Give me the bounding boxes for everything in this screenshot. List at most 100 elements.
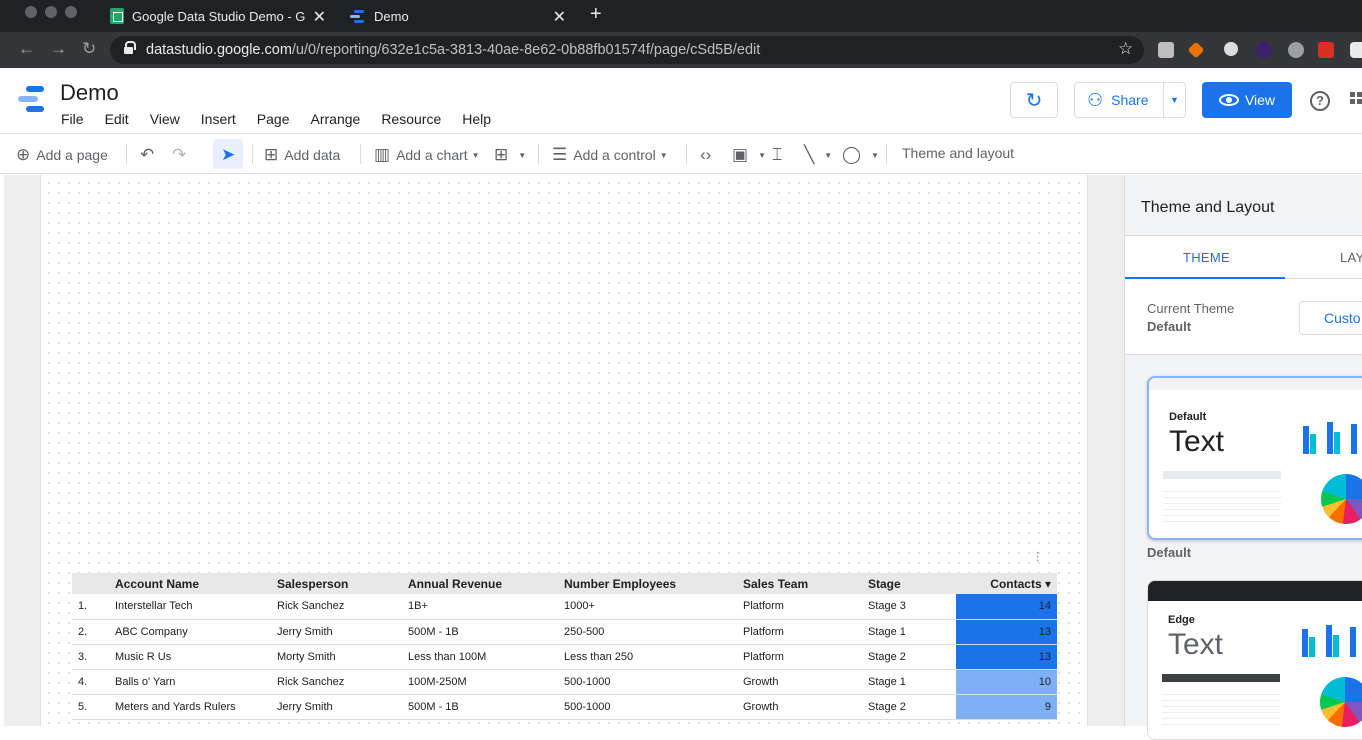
menu-insert[interactable]: Insert	[201, 111, 236, 127]
table-cell: Platform	[743, 594, 868, 620]
bookmark-star-icon[interactable]: ☆	[1118, 39, 1133, 59]
column-header-annual-revenue[interactable]: Annual Revenue	[408, 573, 564, 594]
browser-tab-bar: Google Data Studio Demo - Go ✕ Demo ✕ +	[0, 0, 1362, 32]
table-cell: Rick Sanchez	[277, 669, 408, 695]
menu-help[interactable]: Help	[462, 111, 491, 127]
theme-card-default[interactable]: Default Text	[1147, 376, 1362, 540]
menu-resource[interactable]: Resource	[381, 111, 441, 127]
browser-tab-sheets[interactable]: Google Data Studio Demo - Go ✕	[98, 0, 336, 32]
url-host: datastudio.google.com	[146, 42, 292, 58]
table-cell-contacts: 9	[956, 694, 1057, 720]
menu-page[interactable]: Page	[257, 111, 290, 127]
add-circle-icon: ⊕	[16, 145, 31, 164]
extension-icon[interactable]	[1158, 42, 1174, 58]
theme-card-edge[interactable]: Edge Text	[1147, 580, 1362, 740]
chevron-down-icon: ▼	[471, 150, 480, 160]
add-data-label: Add data	[284, 147, 341, 163]
theme-card-title: Default	[1169, 411, 1207, 423]
column-header-stage[interactable]: Stage	[868, 573, 956, 594]
image-button[interactable]: ▣ ▼	[732, 145, 766, 165]
table-row[interactable]: 1. Interstellar Tech Rick Sanchez 1B+ 1000+ P…	[72, 594, 1057, 620]
tab-title: Demo	[374, 8, 409, 24]
theme-card-header-strip	[1148, 581, 1362, 601]
data-studio-favicon-icon	[350, 10, 366, 23]
redo-button[interactable]: ↷	[172, 145, 192, 165]
apps-grid-icon[interactable]	[1350, 92, 1362, 110]
column-header-number-employees[interactable]: Number Employees	[564, 573, 743, 594]
theme-and-layout-button[interactable]: Theme and layout	[902, 145, 1014, 161]
extensions-puzzle-icon[interactable]	[1350, 42, 1362, 58]
column-header-sales-team[interactable]: Sales Team	[743, 573, 868, 594]
window-minimize-dot[interactable]	[45, 6, 57, 18]
refresh-data-button[interactable]: ↻	[1010, 82, 1058, 118]
add-page-button[interactable]: ⊕ Add a page	[16, 145, 108, 165]
column-header-salesperson[interactable]: Salesperson	[277, 573, 408, 594]
data-table[interactable]: Account Name Salesperson Annual Revenue …	[72, 573, 1057, 720]
table-cell: 3.	[72, 644, 115, 670]
menu-view[interactable]: View	[150, 111, 180, 127]
table-cell: 500M - 1B	[408, 694, 564, 720]
menu-arrange[interactable]: Arrange	[311, 111, 361, 127]
column-header-contacts-sorted[interactable]: Contacts ▾	[956, 573, 1057, 594]
filter-control-icon: ☰	[552, 145, 568, 164]
reload-icon[interactable]: ↻	[82, 39, 96, 59]
add-chart-button[interactable]: ▥ Add a chart ▼	[374, 145, 480, 165]
table-cell: Jerry Smith	[277, 619, 408, 645]
table-cell: Growth	[743, 669, 868, 695]
add-data-button[interactable]: ⊞ Add data	[264, 145, 340, 165]
add-control-button[interactable]: ☰ Add a control ▼	[552, 145, 668, 165]
menu-file[interactable]: File	[61, 111, 84, 127]
close-icon[interactable]: ✕	[313, 7, 326, 27]
table-cell: Meters and Yards Rulers	[115, 694, 277, 720]
theme-card-bar-preview	[1298, 621, 1362, 657]
table-row[interactable]: 3. Music R Us Morty Smith Less than 100M Les…	[72, 644, 1057, 670]
tab-theme[interactable]: THEME	[1183, 250, 1230, 265]
extension-circle-icon[interactable]	[1224, 42, 1238, 56]
extension-red-icon[interactable]	[1318, 42, 1334, 58]
embed-url-button[interactable]: ‹›	[700, 145, 717, 165]
select-pointer[interactable]: ➤	[221, 145, 241, 165]
theme-card-title: Edge	[1168, 614, 1195, 626]
browser-tab-demo[interactable]: Demo ✕	[338, 0, 576, 32]
text-box-button[interactable]: ⌶	[772, 145, 788, 165]
table-cell: Stage 1	[868, 669, 956, 695]
url-path: /u/0/reporting/632e1c5a-3813-40ae-8e62-0…	[291, 42, 761, 58]
table-cell: Morty Smith	[277, 644, 408, 670]
share-dropdown-chevron-icon[interactable]: ▼	[1163, 83, 1185, 117]
view-button[interactable]: View	[1202, 82, 1292, 118]
table-cell: Balls o' Yarn	[115, 669, 277, 695]
shape-button[interactable]: ◯ ▼	[842, 145, 879, 165]
url-input[interactable]: datastudio.google.com/u/0/reporting/632e…	[110, 36, 1144, 64]
table-cell: Platform	[743, 619, 868, 645]
table-row[interactable]: 2. ABC Company Jerry Smith 500M - 1B 250-500…	[72, 619, 1057, 645]
forward-arrow-icon[interactable]: →	[50, 39, 67, 59]
back-arrow-icon[interactable]: ←	[18, 39, 35, 59]
table-row[interactable]: 5. Meters and Yards Rulers Jerry Smith 500M…	[72, 694, 1057, 720]
extension-s-icon[interactable]	[1288, 42, 1304, 58]
new-tab-plus-icon[interactable]: +	[590, 3, 602, 26]
window-close-dot[interactable]	[25, 6, 37, 18]
table-cell: 250-500	[564, 619, 743, 645]
extension-purple-icon[interactable]	[1256, 42, 1272, 58]
share-button[interactable]: ⚇ Share ▼	[1074, 82, 1186, 118]
window-zoom-dot[interactable]	[65, 6, 77, 18]
table-row[interactable]: 4. Balls o' Yarn Rick Sanchez 100M-250M 500-…	[72, 669, 1057, 695]
report-title[interactable]: Demo	[60, 80, 119, 106]
add-page-label: Add a page	[36, 147, 108, 163]
tab-layout[interactable]: LAY	[1340, 250, 1362, 265]
undo-icon: ↶	[140, 145, 155, 164]
table-cell: 500M - 1B	[408, 619, 564, 645]
theme-layout-panel: Theme and Layout THEME LAY Current Theme…	[1124, 175, 1362, 740]
more-vert-icon[interactable]: · · ·	[1035, 545, 1040, 569]
column-header-account-name[interactable]: Account Name	[115, 573, 277, 594]
line-button[interactable]: ╲ ▼	[804, 145, 832, 165]
close-icon[interactable]: ✕	[553, 7, 566, 27]
customize-button[interactable]: Custo	[1299, 301, 1362, 335]
data-studio-logo-icon[interactable]	[18, 86, 48, 114]
undo-button[interactable]: ↶	[140, 145, 160, 165]
community-viz-button[interactable]: ⊞ ▼	[494, 145, 526, 165]
menu-edit[interactable]: Edit	[105, 111, 129, 127]
help-icon[interactable]: ?	[1310, 91, 1330, 111]
chevron-down-icon: ▼	[758, 150, 766, 160]
theme-card-pie-preview	[1321, 474, 1362, 524]
